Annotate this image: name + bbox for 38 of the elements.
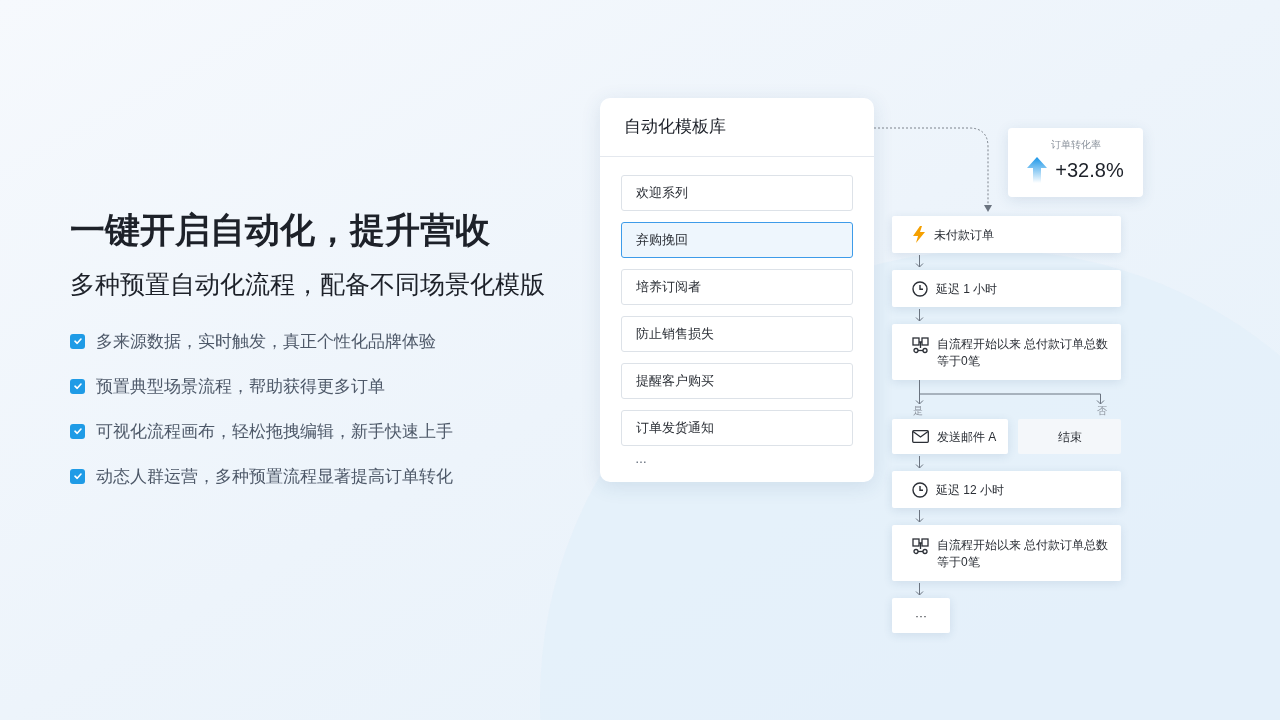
node-text: 自流程开始以来 总付款订单总数等于0笔 (937, 336, 1110, 370)
feature-text: 可视化流程画布，轻松拖拽编辑，新手快速上手 (96, 420, 453, 443)
branch-label: 是 (913, 404, 923, 417)
mail-icon (912, 430, 929, 443)
up-arrow-icon (1027, 157, 1048, 183)
node-text: 未付款订单 (934, 226, 994, 244)
lightning-icon (912, 226, 926, 243)
node-text: 延迟 12 小时 (936, 481, 1004, 499)
flow-node: 结束 (1018, 419, 1121, 454)
branch-label: 否 (1097, 404, 1107, 417)
template-item[interactable]: 培养订阅者 (621, 269, 853, 305)
stat-value: +32.8% (1055, 158, 1124, 183)
template-item[interactable]: 订单发货通知 (621, 410, 853, 446)
branch-icon (912, 538, 929, 555)
node-text: 自流程开始以来 总付款订单总数等于0笔 (937, 537, 1110, 571)
template-item[interactable]: 欢迎系列 (621, 175, 853, 211)
more-text: … (634, 451, 648, 468)
feature-text: 动态人群运营，多种预置流程显著提高订单转化 (96, 465, 453, 488)
node-text: 发送邮件 A (937, 428, 997, 446)
flow-node: ··· (892, 598, 950, 633)
template-card-title: 自动化模板库 (600, 98, 874, 157)
down-arrow-icon (915, 309, 924, 322)
node-text: 延迟 1 小时 (936, 280, 998, 298)
down-arrow-icon (915, 510, 924, 523)
template-item[interactable]: 防止销售损失 (621, 316, 853, 352)
feature-text: 预置典型场景流程，帮助获得更多订单 (96, 375, 385, 398)
down-arrow-icon (915, 456, 924, 469)
hero-subtitle: 多种预置自动化流程，配备不同场景化模版 (70, 269, 546, 301)
clock-icon (912, 280, 928, 297)
feature-text: 多来源数据，实时触发，真正个性化品牌体验 (96, 330, 436, 353)
hero-title: 一键开启自动化，提升营收 (70, 209, 491, 252)
template-item[interactable]: 提醒客户购买 (621, 363, 853, 399)
branch-icon (912, 337, 929, 354)
template-item[interactable]: 弃购挽回 (621, 222, 853, 258)
down-arrow-icon (915, 583, 924, 596)
stat-label: 订单转化率 (1050, 139, 1101, 151)
clock-icon (912, 481, 928, 498)
down-arrow-icon (915, 255, 924, 268)
